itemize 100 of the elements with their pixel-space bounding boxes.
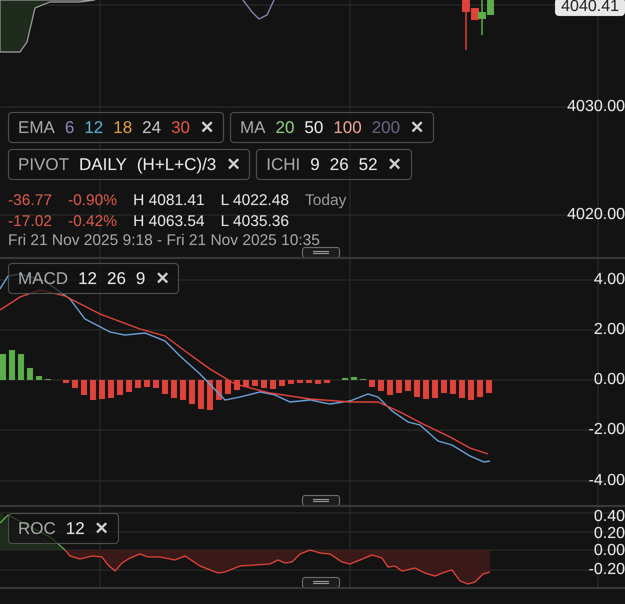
indicator-parameter: (H+L+C)/3 <box>136 154 216 174</box>
indicator-legend[interactable]: MACD 12 26 9 ✕ <box>8 263 180 294</box>
axis-label: 4020.00 <box>567 206 625 224</box>
close-button[interactable]: ✕ <box>388 154 402 175</box>
period-label: Today <box>305 191 346 211</box>
histogram-bar <box>108 380 114 398</box>
histogram-bar <box>270 380 276 389</box>
high-value: H 4063.54 <box>133 212 205 232</box>
axis-label: 0.00 <box>594 371 625 389</box>
histogram-bar <box>162 380 168 394</box>
indicator-parameter: 12 <box>66 518 85 538</box>
histogram-bar <box>468 380 474 400</box>
indicator-legend[interactable]: MA 20 50 100 200 ✕ <box>230 112 434 143</box>
histogram-bar <box>459 380 465 398</box>
histogram-bar <box>477 380 483 397</box>
axis-label: 0.40 <box>594 508 625 526</box>
indicator-parameter: 26 <box>106 268 126 288</box>
close-button[interactable]: ✕ <box>226 154 240 175</box>
indicator-name: EMA <box>18 118 55 138</box>
indicator-parameter: 20 <box>276 118 294 138</box>
axis-label: 0.20 <box>594 525 625 543</box>
resize-handle[interactable] <box>302 495 340 505</box>
resize-handle[interactable] <box>302 577 340 587</box>
histogram-bar <box>225 380 231 394</box>
histogram-bar <box>99 380 105 399</box>
histogram-bar <box>396 380 402 393</box>
histogram-bar <box>135 380 141 388</box>
histogram-bar <box>117 380 123 395</box>
histogram-bar <box>198 380 204 409</box>
axis-label: 4030.00 <box>567 98 625 116</box>
axis-label: -4.00 <box>588 472 625 490</box>
indicator-parameter: DAILY <box>79 154 127 174</box>
histogram-bar <box>324 380 330 383</box>
indicator-legend[interactable]: ROC 12 ✕ <box>8 513 119 544</box>
histogram-bar <box>243 380 249 387</box>
indicator-name: PIVOT <box>18 154 70 174</box>
histogram-bar <box>441 380 447 393</box>
histogram-bar <box>0 354 6 380</box>
price-tag: 4040.41 <box>555 0 625 16</box>
histogram-bar <box>297 380 303 383</box>
high-value: H 4081.41 <box>133 191 205 211</box>
close-button[interactable]: ✕ <box>155 268 170 289</box>
close-button[interactable]: ✕ <box>94 518 109 539</box>
indicator-parameter: 100 <box>333 118 362 138</box>
price-change: -17.02 <box>8 212 52 232</box>
histogram-bar <box>279 380 285 386</box>
low-value: L 4035.36 <box>220 212 289 232</box>
histogram-bar <box>378 380 384 391</box>
resize-handle[interactable] <box>302 247 340 257</box>
histogram-bar <box>306 380 312 383</box>
indicator-parameter: 52 <box>358 154 378 174</box>
histogram-bar <box>63 380 69 383</box>
histogram-bar <box>171 380 177 398</box>
histogram-bar <box>405 380 411 391</box>
histogram-bar <box>315 380 321 384</box>
indicator-name: MACD <box>18 268 68 288</box>
histogram-bar <box>288 380 294 384</box>
indicator-parameter: 200 <box>372 118 400 138</box>
axis-label: -0.20 <box>588 561 625 579</box>
histogram-bar <box>126 380 132 392</box>
histogram-bar <box>207 380 213 410</box>
indicator-legend[interactable]: ICHI 9 26 52 ✕ <box>256 149 412 180</box>
histogram-bar <box>72 380 78 388</box>
histogram-bar <box>189 380 195 404</box>
histogram-bar <box>81 380 87 395</box>
histogram-bar <box>414 380 420 397</box>
axis-label: 2.00 <box>594 321 625 339</box>
histogram-bar <box>486 380 492 393</box>
indicator-parameter: 9 <box>310 154 320 174</box>
indicator-parameter: 30 <box>171 118 190 138</box>
indicator-legend[interactable]: EMA 6 12 18 24 30 ✕ <box>8 112 224 143</box>
histogram-bar <box>180 380 186 400</box>
indicator-name: ICHI <box>266 154 300 174</box>
indicator-parameter: 50 <box>304 118 324 138</box>
indicator-legend[interactable]: PIVOT DAILY (H+L+C)/3 ✕ <box>8 149 250 180</box>
price-change: -36.77 <box>8 191 52 211</box>
histogram-bar <box>216 380 222 400</box>
axis-label: -2.00 <box>588 421 625 439</box>
histogram-bar <box>423 380 429 399</box>
histogram-bar <box>90 380 96 400</box>
histogram-bar <box>18 354 24 380</box>
close-button[interactable]: ✕ <box>200 117 214 138</box>
histogram-bar <box>351 377 357 380</box>
candlestick-drawing <box>462 0 494 50</box>
date-range: Fri 21 Nov 2025 9:18 - Fri 21 Nov 2025 10:35 <box>8 232 321 250</box>
histogram-bar <box>144 380 150 387</box>
indicator-parameter: 9 <box>136 268 146 288</box>
histogram-bar <box>261 380 267 388</box>
percent-change: -0.90% <box>68 191 118 211</box>
indicator-parameter: 12 <box>78 268 97 288</box>
indicator-parameter: 12 <box>84 118 104 138</box>
indicator-parameter: 24 <box>142 118 162 138</box>
indicator-parameter: 18 <box>113 118 132 138</box>
indicator-parameter: 26 <box>330 154 349 174</box>
close-button[interactable]: ✕ <box>410 117 424 138</box>
indicator-name: MA <box>240 118 266 138</box>
histogram-bar <box>450 380 456 394</box>
axis-label: 4.00 <box>594 271 625 289</box>
histogram-bar <box>153 380 159 388</box>
histogram-bar <box>36 376 42 380</box>
